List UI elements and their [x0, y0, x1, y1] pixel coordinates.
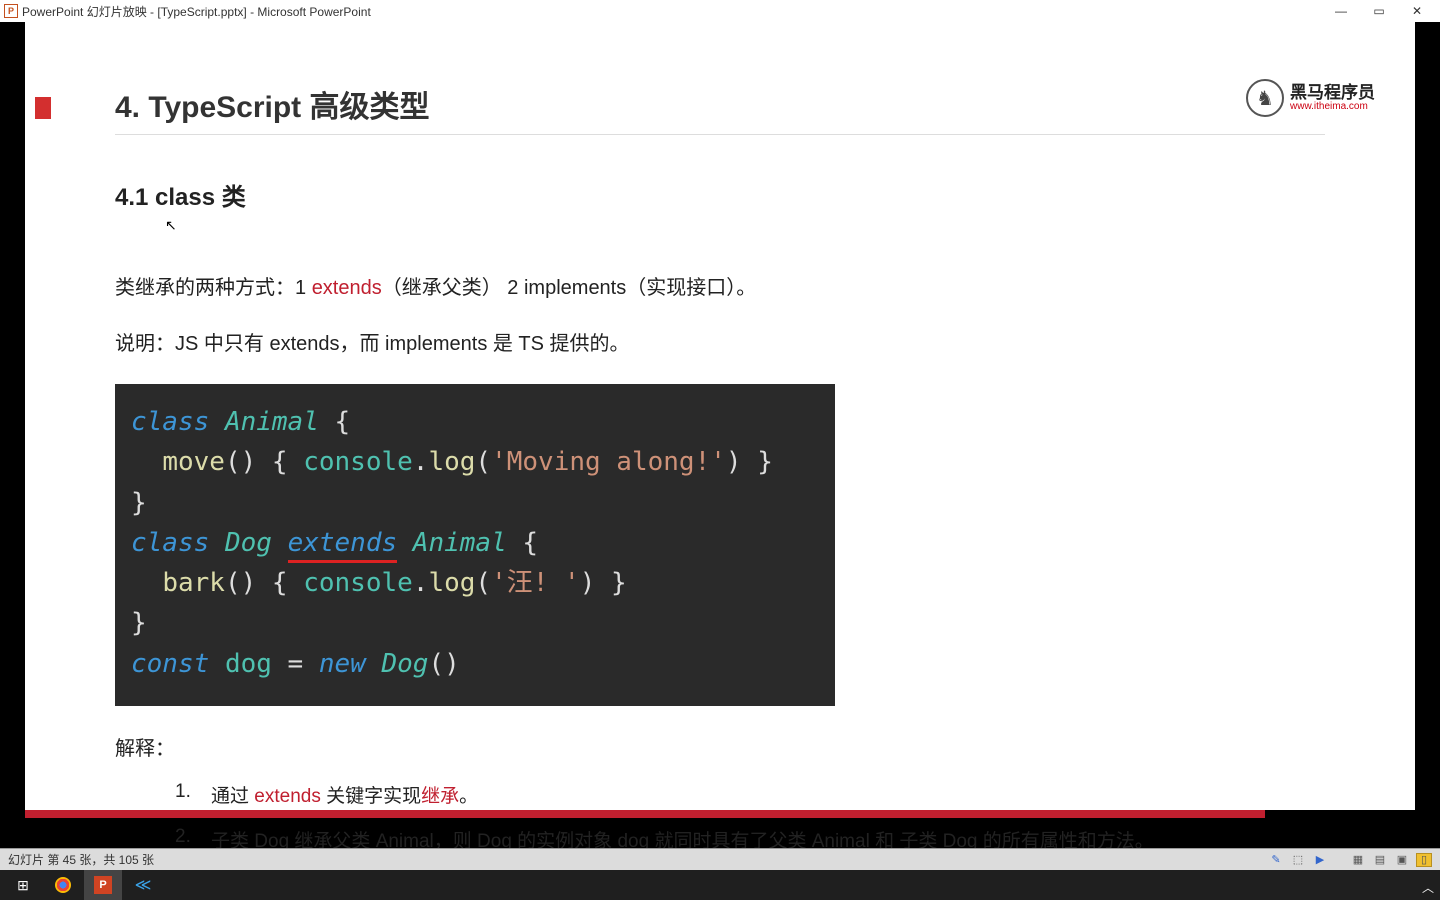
- sorter-view-icon[interactable]: ▤: [1372, 853, 1388, 867]
- taskbar: ⊞ P ≪ ︿: [0, 870, 1440, 900]
- powerpoint-icon: P: [4, 4, 18, 18]
- reading-view-icon[interactable]: ▣: [1394, 853, 1410, 867]
- keyword-extends: extends: [312, 277, 382, 299]
- slide: ♞ 黑马程序员 www.itheima.com 4. TypeScript 高级…: [25, 22, 1415, 810]
- paragraph-1: 类继承的两种方式：1 extends（继承父类） 2 implements（实现…: [115, 272, 1325, 304]
- title-accent: [35, 97, 51, 119]
- pointer-icon[interactable]: ⬚: [1290, 853, 1306, 867]
- slideshow-view-icon[interactable]: ▯: [1416, 853, 1432, 867]
- powerpoint-taskbar-icon[interactable]: P: [84, 870, 122, 900]
- start-button[interactable]: ⊞: [4, 870, 42, 900]
- pen-icon[interactable]: ✎: [1268, 853, 1284, 867]
- code-block: class Animal { move() { console.log('Mov…: [115, 384, 835, 706]
- status-bar: 幻灯片 第 45 张，共 105 张 ✎ ⬚ ▶ ▦ ▤ ▣ ▯: [0, 848, 1440, 870]
- normal-view-icon[interactable]: ▦: [1350, 853, 1366, 867]
- horse-icon: ♞: [1246, 79, 1284, 117]
- list-item: 1. 通过 extends 关键字实现继承。: [175, 781, 1325, 808]
- brand-logo: ♞ 黑马程序员 www.itheima.com: [1246, 79, 1375, 117]
- chrome-taskbar-icon[interactable]: [44, 870, 82, 900]
- vscode-taskbar-icon[interactable]: ≪: [124, 870, 162, 900]
- brand-url: www.itheima.com: [1290, 101, 1375, 112]
- footer-accent: [25, 810, 1265, 818]
- brand-name: 黑马程序员: [1290, 84, 1375, 101]
- cursor-icon: ↖: [165, 217, 177, 234]
- next-icon[interactable]: ▶: [1312, 853, 1328, 867]
- slide-title: 4. TypeScript 高级类型: [115, 82, 1325, 126]
- window-titlebar: P PowerPoint 幻灯片放映 - [TypeScript.pptx] -…: [0, 0, 1440, 22]
- maximize-button[interactable]: ▭: [1372, 4, 1386, 18]
- title-divider: [115, 134, 1325, 135]
- paragraph-2: 说明：JS 中只有 extends，而 implements 是 TS 提供的。: [115, 328, 1325, 360]
- slide-counter: 幻灯片 第 45 张，共 105 张: [8, 851, 154, 868]
- explain-heading: 解释：: [115, 732, 1325, 761]
- slideshow-area[interactable]: ♞ 黑马程序员 www.itheima.com 4. TypeScript 高级…: [0, 22, 1440, 810]
- keyword-extends-underline: extends: [288, 528, 398, 563]
- tray-chevron-icon[interactable]: ︿: [1422, 879, 1434, 896]
- minimize-button[interactable]: —: [1334, 4, 1348, 18]
- window-title: PowerPoint 幻灯片放映 - [TypeScript.pptx] - M…: [22, 3, 371, 20]
- slide-subtitle: 4.1 class 类: [115, 177, 1325, 212]
- close-button[interactable]: ✕: [1410, 4, 1424, 18]
